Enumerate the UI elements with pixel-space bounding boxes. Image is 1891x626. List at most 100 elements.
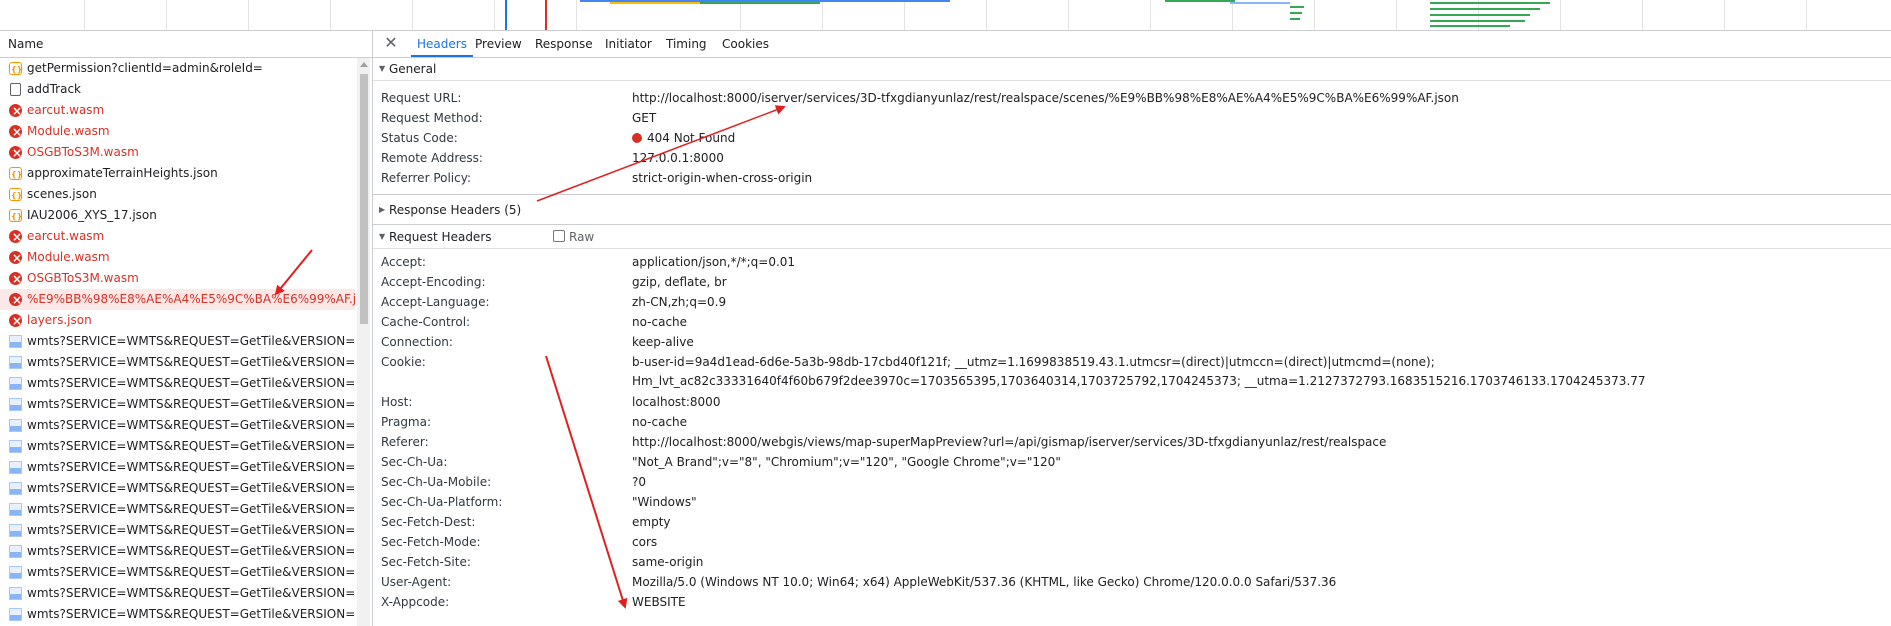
request-details-panel: ✕ Headers Preview Response Initiator Tim… bbox=[373, 31, 1891, 626]
tab-cookies[interactable]: Cookies bbox=[722, 31, 769, 57]
header-value[interactable]: no-cache bbox=[632, 415, 1882, 429]
tab-initiator[interactable]: Initiator bbox=[605, 31, 652, 57]
status-code-text: 404 Not Found bbox=[647, 131, 736, 145]
response-headers-section-header[interactable]: ▶ Response Headers (5) bbox=[373, 199, 1891, 221]
request-row[interactable]: wmts?SERVICE=WMTS&REQUEST=GetTile&VERSIO… bbox=[0, 478, 355, 499]
request-name: addTrack bbox=[27, 82, 81, 96]
header-value[interactable]: http://localhost:8000/iserver/services/3… bbox=[632, 91, 1882, 105]
image-icon bbox=[9, 524, 22, 537]
header-value[interactable]: cors bbox=[632, 535, 1882, 549]
image-icon bbox=[9, 608, 22, 621]
response-headers-title: Response Headers (5) bbox=[389, 203, 522, 217]
request-name: earcut.wasm bbox=[27, 229, 105, 243]
timeline-bar bbox=[1165, 0, 1235, 2]
error-icon bbox=[9, 311, 22, 331]
header-value[interactable]: gzip, deflate, br bbox=[632, 275, 1882, 289]
request-row[interactable]: wmts?SERVICE=WMTS&REQUEST=GetTile&VERSIO… bbox=[0, 352, 355, 373]
request-row[interactable]: wmts?SERVICE=WMTS&REQUEST=GetTile&VERSIO… bbox=[0, 541, 355, 562]
request-row[interactable]: wmts?SERVICE=WMTS&REQUEST=GetTile&VERSIO… bbox=[0, 583, 355, 604]
timeline-gridline bbox=[1150, 0, 1151, 30]
timeline-load-marker bbox=[545, 0, 547, 30]
expanded-triangle-icon: ▼ bbox=[379, 232, 386, 241]
request-row[interactable]: wmts?SERVICE=WMTS&REQUEST=GetTile&VERSIO… bbox=[0, 520, 355, 541]
close-icon[interactable]: ✕ bbox=[381, 33, 401, 53]
request-row[interactable]: getPermission?clientId=admin&roleId= bbox=[0, 58, 355, 79]
request-name: wmts?SERVICE=WMTS&REQUEST=GetTile&VERSIO… bbox=[27, 502, 355, 516]
request-name: %E9%BB%98%E8%AE%A4%E5%9C%BA%E6%99%AF.jso… bbox=[27, 292, 355, 306]
header-value[interactable]: strict-origin-when-cross-origin bbox=[632, 171, 1882, 185]
request-row[interactable]: wmts?SERVICE=WMTS&REQUEST=GetTile&VERSIO… bbox=[0, 436, 355, 457]
tab-preview[interactable]: Preview bbox=[475, 31, 522, 57]
general-section-title: General bbox=[389, 62, 437, 76]
image-icon bbox=[9, 503, 22, 516]
tab-timing[interactable]: Timing bbox=[666, 31, 707, 57]
request-row[interactable]: OSGBToS3M.wasm bbox=[0, 268, 355, 289]
tab-response[interactable]: Response bbox=[535, 31, 593, 57]
request-row-selected[interactable]: %E9%BB%98%E8%AE%A4%E5%9C%BA%E6%99%AF.jso… bbox=[0, 289, 355, 310]
header-value[interactable]: Mozilla/5.0 (Windows NT 10.0; Win64; x64… bbox=[632, 575, 1882, 589]
request-row[interactable]: wmts?SERVICE=WMTS&REQUEST=GetTile&VERSIO… bbox=[0, 394, 355, 415]
header-value[interactable]: localhost:8000 bbox=[632, 395, 1882, 409]
header-value[interactable]: GET bbox=[632, 111, 1882, 125]
timeline-gridline bbox=[494, 0, 495, 30]
request-list-scrollbar[interactable] bbox=[357, 58, 370, 626]
scroll-up-arrow-icon[interactable] bbox=[360, 62, 368, 67]
header-key: Status Code: bbox=[381, 131, 458, 145]
request-row[interactable]: wmts?SERVICE=WMTS&REQUEST=GetTile&VERSIO… bbox=[0, 373, 355, 394]
general-section-header[interactable]: ▼ General bbox=[373, 58, 1891, 81]
timeline-gridline bbox=[1560, 0, 1561, 30]
request-row[interactable]: addTrack bbox=[0, 79, 355, 100]
request-row[interactable]: scenes.json bbox=[0, 184, 355, 205]
header-value[interactable]: keep-alive bbox=[632, 335, 1882, 349]
timeline-gridline bbox=[1396, 0, 1397, 30]
request-headers-section-header[interactable]: ▼ Request Headers Raw bbox=[373, 226, 1891, 249]
request-row[interactable]: OSGBToS3M.wasm bbox=[0, 142, 355, 163]
request-row[interactable]: wmts?SERVICE=WMTS&REQUEST=GetTile&VERSIO… bbox=[0, 415, 355, 436]
name-column-header[interactable]: Name bbox=[0, 31, 372, 58]
request-name: approximateTerrainHeights.json bbox=[27, 166, 218, 180]
request-row[interactable]: wmts?SERVICE=WMTS&REQUEST=GetTile&VERSIO… bbox=[0, 331, 355, 352]
request-row[interactable]: Module.wasm bbox=[0, 247, 355, 268]
raw-checkbox[interactable] bbox=[553, 230, 565, 242]
request-name: earcut.wasm bbox=[27, 103, 105, 117]
header-key: Host: bbox=[381, 395, 413, 409]
request-row[interactable]: wmts?SERVICE=WMTS&REQUEST=GetTile&VERSIO… bbox=[0, 562, 355, 583]
header-value[interactable]: "Windows" bbox=[632, 495, 1882, 509]
request-name: wmts?SERVICE=WMTS&REQUEST=GetTile&VERSIO… bbox=[27, 334, 355, 348]
header-value[interactable]: same-origin bbox=[632, 555, 1882, 569]
header-value[interactable]: application/json,*/*;q=0.01 bbox=[632, 255, 1882, 269]
header-value[interactable]: no-cache bbox=[632, 315, 1882, 329]
collapsed-triangle-icon: ▶ bbox=[379, 205, 386, 214]
request-row[interactable]: wmts?SERVICE=WMTS&REQUEST=GetTile&VERSIO… bbox=[0, 499, 355, 520]
header-value[interactable]: 404 Not Found bbox=[632, 131, 1882, 145]
header-value[interactable]: ?0 bbox=[632, 475, 1882, 489]
header-value[interactable]: http://localhost:8000/webgis/views/map-s… bbox=[632, 435, 1882, 449]
timeline-gridline bbox=[248, 0, 249, 30]
request-row[interactable]: Module.wasm bbox=[0, 121, 355, 142]
timeline-gridline bbox=[1642, 0, 1643, 30]
request-name: Module.wasm bbox=[27, 124, 110, 138]
header-value[interactable]: zh-CN,zh;q=0.9 bbox=[632, 295, 1882, 309]
header-value[interactable]: 127.0.0.1:8000 bbox=[632, 151, 1882, 165]
header-value[interactable]: b-user-id=9a4d1ead-6d6e-5a3b-98db-17cbd4… bbox=[632, 353, 1882, 391]
request-row[interactable]: earcut.wasm bbox=[0, 100, 355, 121]
timeline-gridline bbox=[1724, 0, 1725, 30]
network-timeline-overview[interactable] bbox=[0, 0, 1891, 31]
request-row[interactable]: approximateTerrainHeights.json bbox=[0, 163, 355, 184]
header-value[interactable]: "Not_A Brand";v="8", "Chromium";v="120",… bbox=[632, 455, 1882, 469]
timeline-bar bbox=[1290, 12, 1302, 14]
request-row[interactable]: wmts?SERVICE=WMTS&REQUEST=GetTile&VERSIO… bbox=[0, 604, 355, 625]
request-row[interactable]: layers.json bbox=[0, 310, 355, 331]
image-icon bbox=[9, 377, 22, 390]
scrollbar-thumb[interactable] bbox=[360, 74, 368, 324]
request-row[interactable]: wmts?SERVICE=WMTS&REQUEST=GetTile&VERSIO… bbox=[0, 457, 355, 478]
header-value[interactable]: empty bbox=[632, 515, 1882, 529]
tab-headers[interactable]: Headers bbox=[411, 31, 473, 57]
header-value[interactable]: WEBSITE bbox=[632, 595, 1882, 609]
header-key: Sec-Fetch-Dest: bbox=[381, 515, 476, 529]
error-icon bbox=[9, 248, 22, 268]
timeline-bar bbox=[1430, 14, 1530, 16]
request-row[interactable]: IAU2006_XYS_17.json bbox=[0, 205, 355, 226]
request-row[interactable]: earcut.wasm bbox=[0, 226, 355, 247]
request-name: wmts?SERVICE=WMTS&REQUEST=GetTile&VERSIO… bbox=[27, 439, 355, 453]
